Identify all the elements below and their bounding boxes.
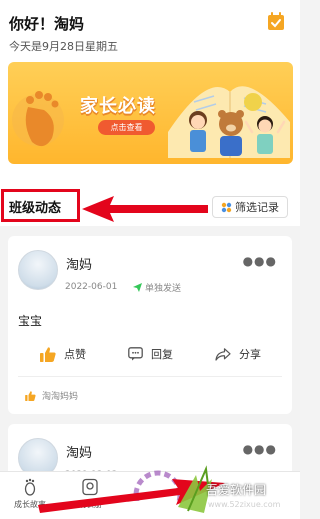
thumbs-up-icon [40, 346, 56, 362]
reply-button[interactable]: 回复 [128, 346, 173, 362]
post-content: 宝宝 [18, 314, 43, 328]
like-label: 点赞 [64, 348, 86, 361]
divider [18, 376, 282, 377]
greeting-text: 你好！淘妈 [9, 15, 85, 33]
header: 你好！淘妈 今天是9月28日星期五 家长必读 点击查看 [0, 0, 300, 186]
filter-records-button[interactable]: 筛选记录 [212, 196, 288, 218]
class-feed-header: 班级动态 筛选记录 [0, 186, 300, 226]
comment-icon [128, 347, 143, 361]
more-options-icon[interactable]: ●●● [243, 442, 277, 456]
grid-dots-icon [221, 202, 232, 212]
calendar-check-icon[interactable] [267, 12, 285, 31]
banner-view-button[interactable]: 点击查看 [98, 120, 155, 135]
more-options-icon[interactable]: ●●● [243, 254, 277, 268]
annotation-arrow-icon [82, 196, 208, 222]
reply-label: 回复 [151, 348, 173, 361]
feed-card: 淘妈 ●●● 2022-06-01 单独发送 宝宝 点赞 回复 分享 淘淘妈妈 [8, 236, 292, 414]
post-author: 淘妈 [66, 258, 93, 273]
highlight-box [1, 189, 80, 222]
post-date: 2022-06-01 [65, 282, 118, 292]
liked-by-row: 淘淘妈妈 [25, 389, 78, 402]
share-label: 分享 [239, 348, 261, 361]
visibility-tag: 单独发送 [133, 281, 181, 294]
filter-records-label: 筛选记录 [235, 201, 279, 214]
like-button[interactable]: 点赞 [40, 346, 86, 362]
watermark-text: 吾爱软件园 [206, 483, 267, 497]
share-icon [215, 347, 231, 361]
visibility-label: 单独发送 [145, 284, 182, 294]
liked-by-name[interactable]: 淘淘妈妈 [42, 389, 78, 402]
watermark-url: www.52zixue.com [208, 500, 281, 509]
share-button[interactable]: 分享 [215, 346, 261, 362]
post-actions: 点赞 回复 分享 [8, 346, 292, 368]
thumbs-up-icon [25, 390, 36, 401]
avatar[interactable] [18, 250, 58, 290]
banner-title: 家长必读 [80, 96, 156, 117]
send-icon [133, 283, 142, 292]
parent-read-banner[interactable]: 家长必读 点击查看 [8, 62, 293, 164]
date-text: 今天是9月28日星期五 [9, 40, 118, 53]
